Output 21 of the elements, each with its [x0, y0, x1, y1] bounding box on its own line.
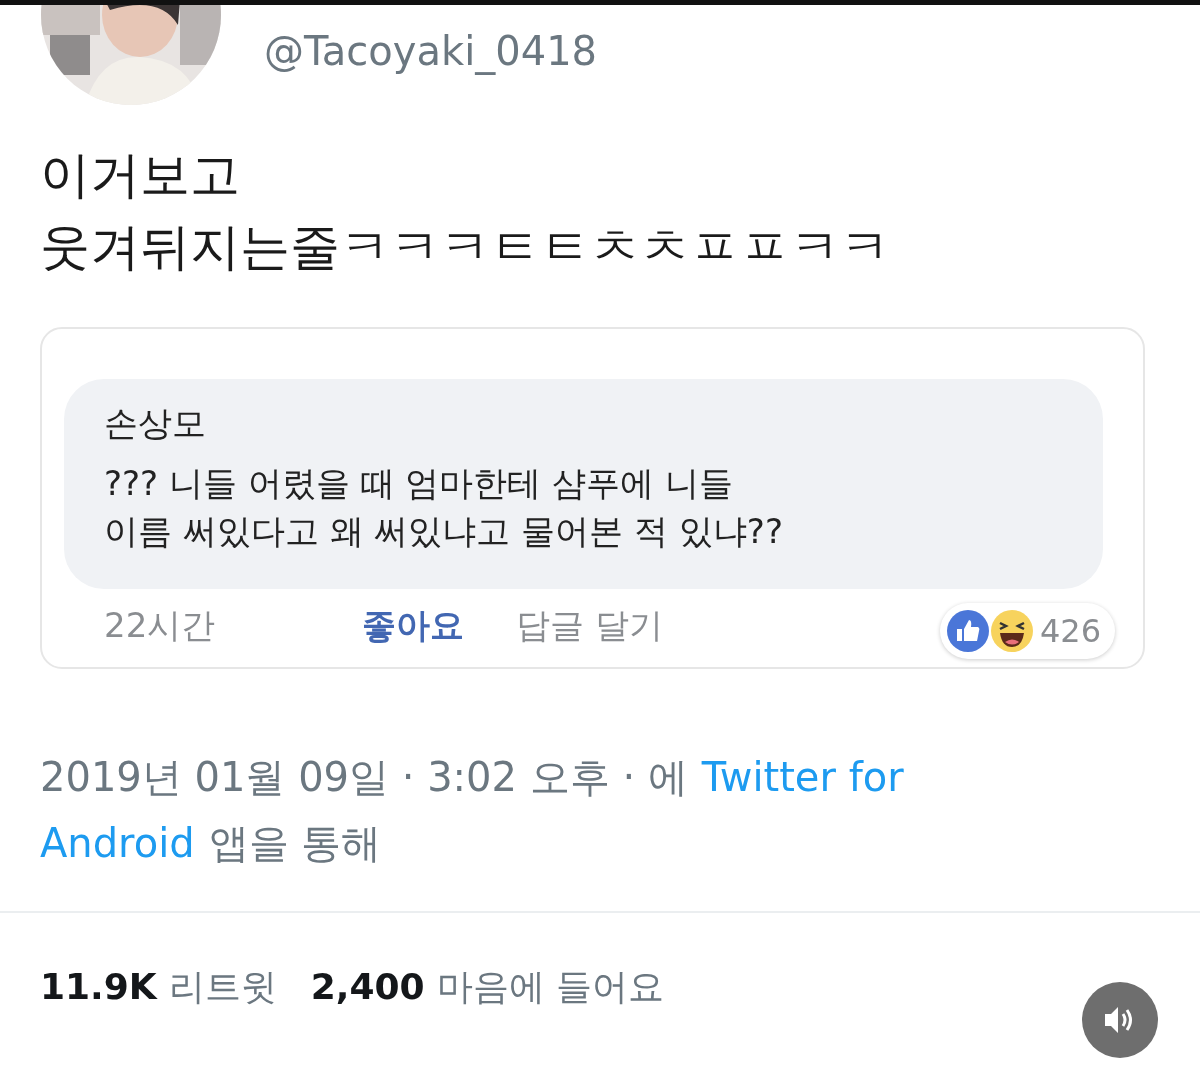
stat-count: 2,400 [310, 966, 425, 1007]
tweet-timestamp: 2019년 01월 09일 · 3:02 오후 · 에 [40, 753, 688, 802]
commenter-name: 손상모 [104, 402, 207, 445]
stat-count: 11.9K [40, 966, 157, 1007]
source-suffix: 앱을 통해 [208, 819, 382, 868]
comment-text: 이름 써있다고 왜 써있냐고 물어본 적 있냐?? [104, 510, 784, 553]
tweet-text: 웃겨뒤지는줄ㅋㅋㅋㅌㅌㅊㅊㅍㅍㅋㅋ [40, 217, 891, 277]
comment-time: 22시간 [104, 604, 217, 647]
reply-link[interactable]: 답글 달기 [516, 603, 663, 649]
laughing-emoji-icon [989, 609, 1034, 653]
source-link[interactable]: Twitter for [701, 749, 904, 805]
like-link[interactable]: 좋아요 [309, 603, 516, 649]
reaction-count: 426 [1039, 612, 1101, 650]
source-link[interactable]: Android [40, 815, 195, 871]
stat-label: 리트윗 [168, 965, 277, 1009]
stat-label: 마음에 들어요 [436, 965, 665, 1009]
reactions-pill[interactable]: 426 [939, 603, 1115, 659]
tweet-text: 이거보고 [40, 145, 241, 205]
thumbs-up-icon [945, 609, 990, 653]
user-handle: @Tacoyaki_0418 [264, 28, 598, 74]
comment-text: ??? 니들 어렸을 때 엄마한테 샴푸에 니들 [104, 462, 734, 505]
